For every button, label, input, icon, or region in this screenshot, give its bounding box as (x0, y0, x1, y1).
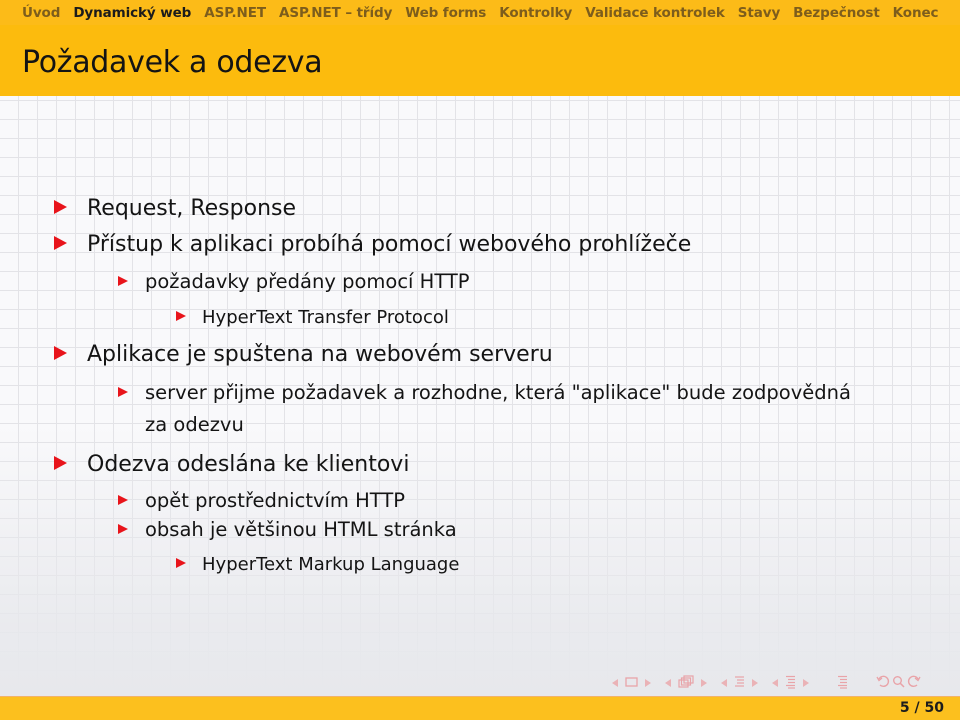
bullet-text: Request, Response (87, 196, 297, 221)
bullet-item: Aplikace je spuštena na webovém serveru (54, 342, 553, 367)
section-next-icon[interactable] (752, 679, 758, 687)
subsection-next-icon[interactable] (701, 679, 707, 687)
bullet-text: opět prostřednictvím HTTP (145, 489, 406, 512)
bullet-item: server přijme požadavek a rozhodne, kter… (118, 381, 851, 404)
bullet-triangle-icon (118, 386, 128, 397)
bullet-item: HyperText Transfer Protocol (176, 307, 449, 328)
back-icon[interactable] (876, 675, 890, 691)
bullet-triangle-icon (54, 456, 67, 470)
bullet-triangle-icon (118, 494, 128, 505)
bullet-triangle-icon (176, 311, 186, 321)
appendix-icon[interactable] (837, 675, 848, 692)
document-next-icon[interactable] (803, 679, 809, 687)
search-icon[interactable] (892, 675, 905, 691)
section-prev-icon[interactable] (721, 679, 727, 687)
forward-icon[interactable] (907, 675, 921, 691)
bullet-text: obsah je většinou HTML stránka (145, 518, 457, 541)
bullet-text: Odezva odeslána ke klientovi (87, 452, 410, 477)
bullet-text: Aplikace je spuštena na webovém serveru (87, 342, 553, 367)
bullet-text: server přijme požadavek a rozhodne, kter… (145, 381, 851, 404)
bullet-item: HyperText Markup Language (176, 554, 459, 575)
bullet-triangle-icon (54, 236, 67, 250)
bullet-text: HyperText Transfer Protocol (202, 307, 449, 328)
bullet-triangle-icon (118, 523, 128, 534)
beamer-navigation-symbols (612, 674, 928, 692)
bullet-item: opět prostřednictvím HTTP (118, 489, 405, 512)
bullet-triangle-icon (118, 275, 128, 286)
bullet-text: HyperText Markup Language (202, 554, 460, 575)
subsection-icon[interactable] (678, 675, 694, 691)
bullet-continuation-text: za odezvu (145, 413, 244, 436)
bullet-item: obsah je většinou HTML stránka (118, 518, 457, 541)
bullet-triangle-icon (54, 346, 67, 360)
section-icon[interactable] (734, 675, 745, 692)
frame-icon[interactable] (625, 676, 638, 690)
bullet-item: Odezva odeslána ke klientovi (54, 452, 409, 477)
bullet-item: Request, Response (54, 196, 296, 221)
document-icon[interactable] (785, 675, 796, 692)
frame-prev-icon[interactable] (612, 679, 618, 687)
bullet-triangle-icon (176, 558, 186, 568)
bullet-text: Přístup k aplikaci probíhá pomocí webové… (87, 232, 692, 257)
frame-next-icon[interactable] (645, 679, 651, 687)
slide-content: Request, Response Přístup k aplikaci pro… (0, 0, 960, 720)
bullet-triangle-icon (54, 200, 67, 214)
document-prev-icon[interactable] (772, 679, 778, 687)
bullet-item: požadavky předány pomocí HTTP (118, 270, 470, 293)
bullet-text: požadavky předány pomocí HTTP (145, 270, 470, 293)
subsection-prev-icon[interactable] (665, 679, 671, 687)
bullet-item: Přístup k aplikaci probíhá pomocí webové… (54, 232, 691, 257)
